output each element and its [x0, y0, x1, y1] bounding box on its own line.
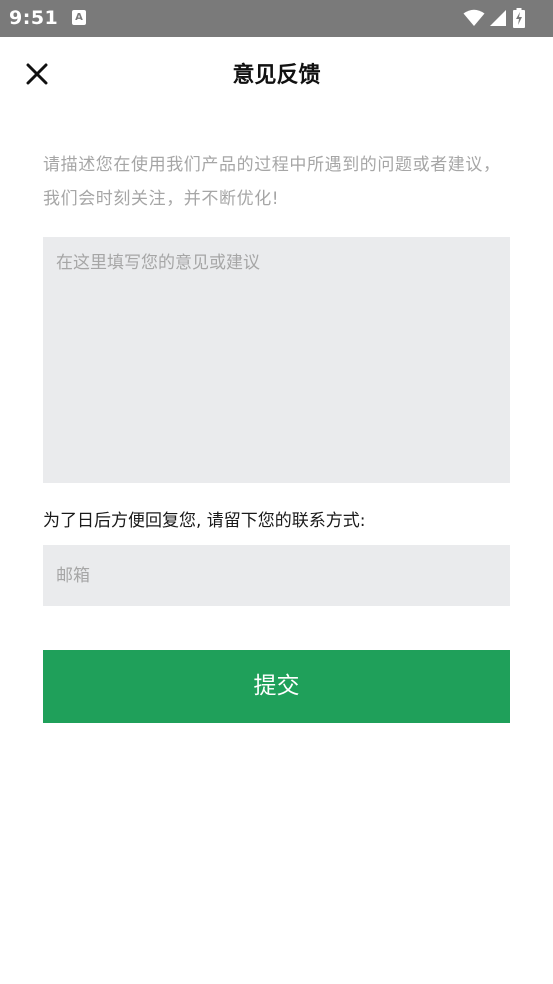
feedback-description: 请描述您在使用我们产品的过程中所遇到的问题或者建议，我们会时刻关注，并不断优化!: [43, 155, 501, 209]
feedback-textarea[interactable]: [43, 237, 510, 483]
email-input[interactable]: [43, 545, 510, 606]
notification-glyph: A: [75, 12, 83, 23]
email-box: [43, 545, 510, 606]
feedback-box: [43, 237, 510, 483]
contact-prompt: 为了日后方便回复您, 请留下您的联系方式:: [43, 511, 366, 531]
signal-icon: [490, 10, 506, 26]
status-bar: 9:51 A: [0, 0, 553, 37]
wifi-icon: [463, 9, 485, 26]
header: 意见反馈: [0, 37, 553, 109]
status-icons: [463, 7, 543, 29]
status-time: 9:51: [9, 7, 59, 29]
notification-icon: A: [72, 10, 86, 25]
page-title: 意见反馈: [232, 63, 321, 88]
battery-charging-icon: [513, 8, 525, 28]
submit-button[interactable]: 提交: [43, 650, 510, 723]
